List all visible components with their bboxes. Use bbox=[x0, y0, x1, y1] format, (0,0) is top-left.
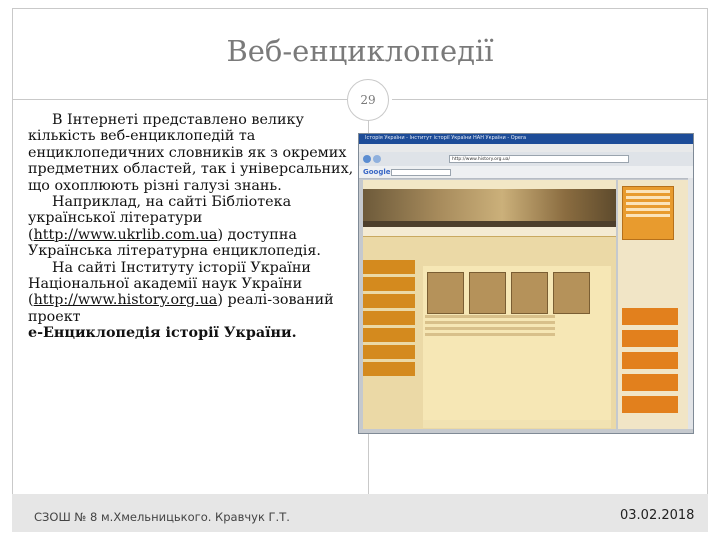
slide-body: В Інтернеті представлено велику кількіст… bbox=[28, 112, 366, 342]
browser-titlebar: Історія України - Інститут історії Украї… bbox=[359, 134, 693, 151]
site-nav bbox=[363, 227, 616, 237]
footer-date: 03.02.2018 bbox=[620, 508, 695, 523]
site-page: ІНСТИТУТ ІСТОРІЇ УКРАЇНИ НАЦІОНАЛЬНОЇ АК… bbox=[363, 180, 616, 429]
right-menu-item[interactable] bbox=[622, 396, 678, 413]
divider-left bbox=[12, 99, 347, 100]
right-menu-item[interactable] bbox=[622, 330, 678, 347]
paragraph-1: В Інтернеті представлено велику кількіст… bbox=[28, 112, 354, 194]
browser-window-title: Історія України - Інститут історії Украї… bbox=[365, 135, 527, 141]
paragraph-3: На сайті Інституту історії України Націо… bbox=[28, 260, 366, 326]
google-toolbar: Google bbox=[359, 166, 693, 179]
content-text-block bbox=[425, 315, 555, 343]
left-menu-item[interactable] bbox=[363, 277, 415, 291]
forward-icon[interactable] bbox=[373, 155, 381, 163]
content-thumbnail[interactable] bbox=[427, 272, 464, 314]
divider-right bbox=[392, 99, 708, 100]
left-menu-item[interactable] bbox=[363, 345, 415, 359]
site-right-column bbox=[618, 180, 690, 429]
content-line bbox=[425, 315, 555, 318]
browser-screenshot: Історія України - Інститут історії Украї… bbox=[358, 133, 694, 434]
slide-title: Веб-енциклопедії bbox=[226, 34, 494, 68]
paragraph-3-bold: е-Енциклопедія історії України. bbox=[28, 325, 297, 342]
paragraph-2: Наприклад, на сайті Бібліотека українськ… bbox=[28, 194, 366, 260]
right-info-box bbox=[622, 186, 674, 240]
info-line bbox=[626, 208, 670, 211]
right-menu-item[interactable] bbox=[622, 374, 678, 391]
content-thumbnail[interactable] bbox=[511, 272, 548, 314]
browser-menubar bbox=[359, 144, 693, 152]
left-menu-item[interactable] bbox=[363, 328, 415, 342]
back-icon[interactable] bbox=[363, 155, 371, 163]
content-thumbnail[interactable] bbox=[553, 272, 590, 314]
google-logo: Google bbox=[363, 168, 391, 176]
left-menu-item[interactable] bbox=[363, 362, 415, 376]
info-line bbox=[626, 214, 670, 217]
right-menu-item[interactable] bbox=[622, 352, 678, 369]
content-footer bbox=[423, 420, 611, 428]
info-line bbox=[626, 190, 670, 193]
left-menu-item[interactable] bbox=[363, 294, 415, 308]
history-link[interactable]: http://www.history.org.ua bbox=[34, 292, 218, 308]
site-banner-image bbox=[363, 189, 616, 221]
address-field[interactable]: http://www.history.org.ua/ bbox=[449, 155, 629, 163]
ukrlib-link[interactable]: http://www.ukrlib.com.ua bbox=[34, 227, 218, 243]
left-menu-item[interactable] bbox=[363, 311, 415, 325]
site-header bbox=[363, 180, 616, 189]
browser-scrollbar[interactable] bbox=[688, 178, 693, 429]
site-left-menu bbox=[363, 260, 417, 428]
google-search-field[interactable] bbox=[391, 169, 451, 176]
browser-toolbar: http://www.history.org.ua/ bbox=[359, 152, 693, 166]
info-line bbox=[626, 196, 670, 199]
content-thumbnail[interactable] bbox=[469, 272, 506, 314]
content-line bbox=[425, 333, 555, 336]
left-menu-item[interactable] bbox=[363, 260, 415, 274]
content-line bbox=[425, 321, 555, 324]
content-line bbox=[425, 327, 555, 330]
info-line bbox=[626, 202, 670, 205]
footer-author: СЗОШ № 8 м.Хмельницького. Кравчук Г.Т. bbox=[34, 510, 290, 524]
site-content bbox=[423, 266, 611, 426]
right-menu-item[interactable] bbox=[622, 308, 678, 325]
